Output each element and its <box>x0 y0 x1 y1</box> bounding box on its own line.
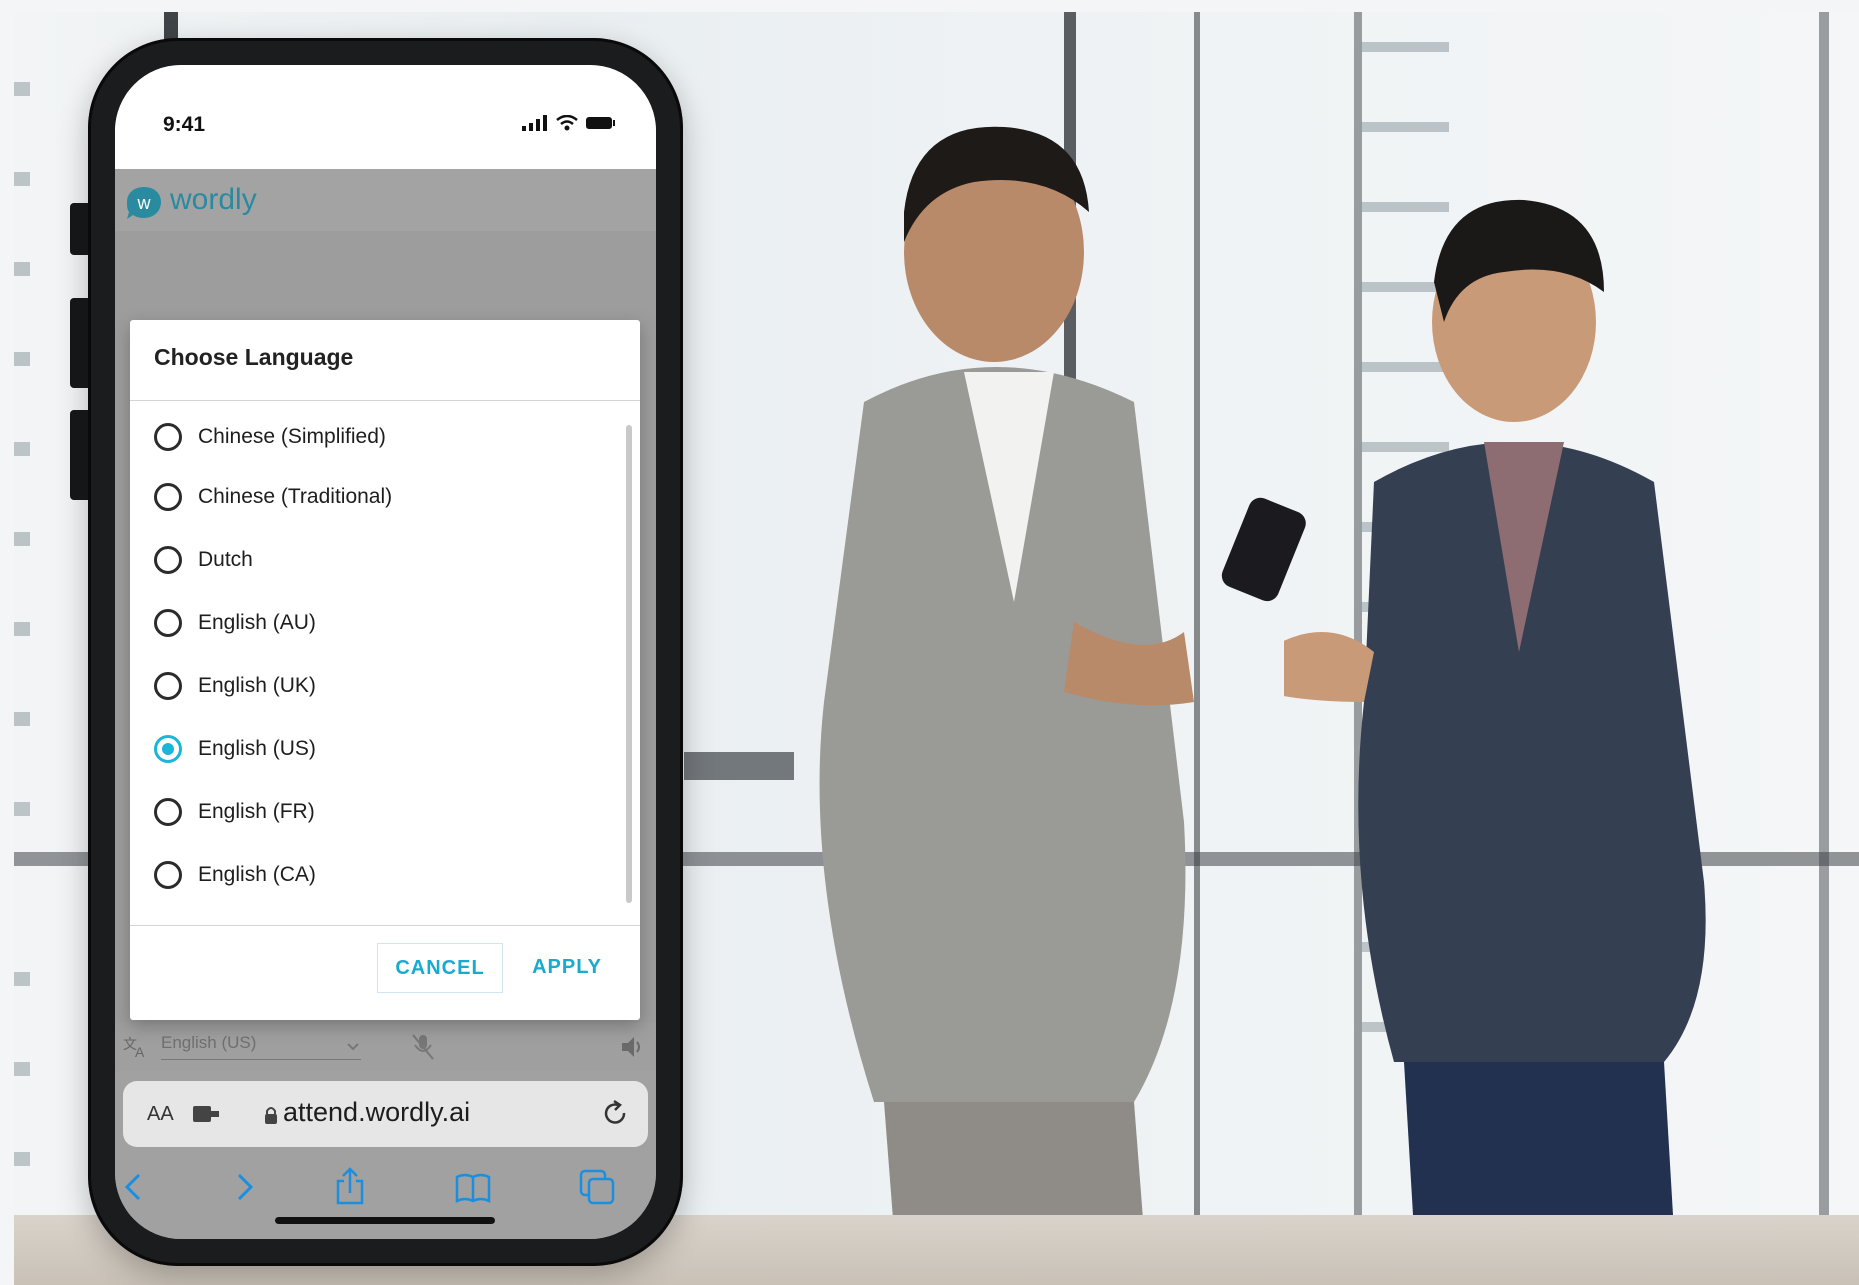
text-size-button[interactable]: AA <box>147 1103 174 1126</box>
lock-icon <box>265 1107 277 1124</box>
radio-button[interactable] <box>154 546 182 574</box>
signal-icon <box>522 115 547 131</box>
battery-icon <box>586 117 615 129</box>
mic-off-icon[interactable] <box>410 1033 436 1061</box>
extension-icon[interactable] <box>193 1103 221 1125</box>
svg-text:A: A <box>135 1044 145 1059</box>
wifi-icon <box>556 115 578 131</box>
forward-icon[interactable] <box>223 1167 263 1207</box>
radio-button[interactable] <box>154 483 182 511</box>
language-option-label: Chinese (Traditional) <box>198 485 393 508</box>
phone-side-button <box>70 203 88 255</box>
language-option-label: English (CA) <box>198 863 316 886</box>
reload-icon[interactable] <box>601 1099 631 1129</box>
tabs-icon[interactable] <box>577 1167 617 1207</box>
app-header: w wordly <box>115 169 656 233</box>
translate-icon: 文 A <box>123 1036 145 1059</box>
language-option[interactable]: Dutch <box>154 540 253 580</box>
language-option-selected[interactable]: English (US) <box>154 729 316 769</box>
language-select[interactable]: English (US) <box>161 1033 361 1060</box>
language-option[interactable]: English (FR) <box>154 792 315 832</box>
language-option[interactable]: English (AU) <box>154 603 316 643</box>
dialog-scrollbar[interactable] <box>626 425 632 903</box>
bookmarks-icon[interactable] <box>453 1167 493 1207</box>
language-option[interactable]: English (UK) <box>154 666 316 706</box>
app-name: wordly <box>170 183 257 216</box>
speaker-icon[interactable] <box>620 1035 646 1059</box>
radio-button[interactable] <box>154 798 182 826</box>
address-bar[interactable]: AA attend.wordly.ai <box>123 1081 648 1147</box>
language-option-label: Dutch <box>198 548 253 571</box>
wordly-logo-icon: w <box>127 187 161 219</box>
language-bar: 文 A English (US) <box>115 1023 656 1071</box>
choose-language-dialog: Choose Language Chinese (Simplified) Chi… <box>130 320 640 1020</box>
home-indicator <box>275 1217 495 1224</box>
browser-bottom-bar: AA attend.wordly.ai <box>115 1071 656 1239</box>
language-option-label: English (UK) <box>198 674 316 697</box>
logo-letter: w <box>137 193 152 213</box>
person-grey-suit <box>819 126 1194 1232</box>
phone-side-button <box>70 298 88 388</box>
handheld-phone-photo <box>1221 497 1306 602</box>
phone-side-button <box>70 410 88 500</box>
phone-screen: 9:41 w wordly 文 A English (US) Choose La… <box>115 65 656 1239</box>
language-option[interactable]: English (CA) <box>154 855 316 895</box>
cancel-button[interactable]: CANCEL <box>377 943 503 993</box>
back-icon[interactable] <box>115 1167 155 1207</box>
divider <box>130 925 640 926</box>
share-icon[interactable] <box>330 1167 370 1207</box>
dialog-title: Choose Language <box>154 344 354 370</box>
status-time: 9:41 <box>163 113 206 136</box>
language-option-label: Chinese (Simplified) <box>198 425 386 448</box>
apply-button[interactable]: APPLY <box>516 943 618 991</box>
language-option-label: English (US) <box>198 737 316 760</box>
radio-button-checked[interactable] <box>154 735 182 763</box>
radio-button[interactable] <box>154 672 182 700</box>
radio-button[interactable] <box>154 423 182 451</box>
language-option-label: English (FR) <box>198 800 315 823</box>
status-icons <box>522 115 616 131</box>
status-bar: 9:41 <box>115 65 656 169</box>
phone-mockup: 9:41 w wordly 文 A English (US) Choose La… <box>70 38 683 1266</box>
divider <box>130 400 640 401</box>
language-option[interactable]: Chinese (Traditional) <box>154 477 392 517</box>
chevron-down-icon <box>347 1043 359 1051</box>
person-navy-blazer <box>1284 199 1706 1232</box>
browser-toolbar <box>115 1159 656 1219</box>
radio-button[interactable] <box>154 861 182 889</box>
language-option[interactable]: Chinese (Simplified) <box>154 417 386 457</box>
language-option-label: English (AU) <box>198 611 316 634</box>
url-text[interactable]: attend.wordly.ai <box>283 1097 470 1128</box>
radio-button[interactable] <box>154 609 182 637</box>
